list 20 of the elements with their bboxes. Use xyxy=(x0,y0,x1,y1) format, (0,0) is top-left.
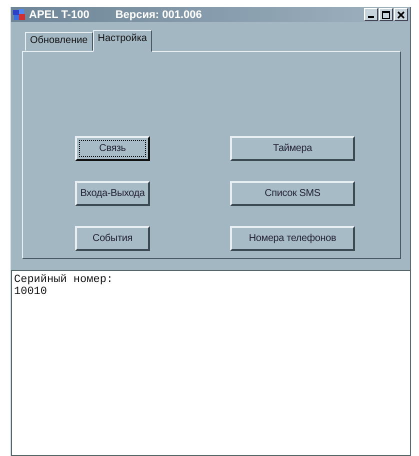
settings-button[interactable]: Входа-Выхода xyxy=(75,181,150,206)
output-line: 10010 xyxy=(14,286,48,298)
close-icon xyxy=(397,10,405,18)
output-line: Серийный номер: xyxy=(14,274,114,286)
settings-button[interactable]: События xyxy=(75,226,150,251)
version-label: Версия: 001.006 xyxy=(115,8,202,20)
minimize-icon xyxy=(368,16,374,18)
settings-button[interactable]: Связь xyxy=(75,136,150,161)
settings-button[interactable]: Список SMS xyxy=(230,181,355,206)
app-icon xyxy=(13,8,25,20)
settings-button[interactable]: Таймера xyxy=(230,136,355,161)
maximize-button[interactable] xyxy=(379,8,393,21)
settings-button[interactable]: Номера телефонов xyxy=(230,226,355,251)
output-area[interactable]: Серийный номер: 10010 xyxy=(11,270,410,456)
maximize-icon xyxy=(382,10,390,18)
tab[interactable]: Настройка xyxy=(92,30,152,52)
tab[interactable]: Обновление xyxy=(25,32,93,51)
minimize-button[interactable] xyxy=(364,8,378,21)
window-title: APEL T-100 xyxy=(29,8,90,20)
close-button[interactable] xyxy=(394,8,408,21)
